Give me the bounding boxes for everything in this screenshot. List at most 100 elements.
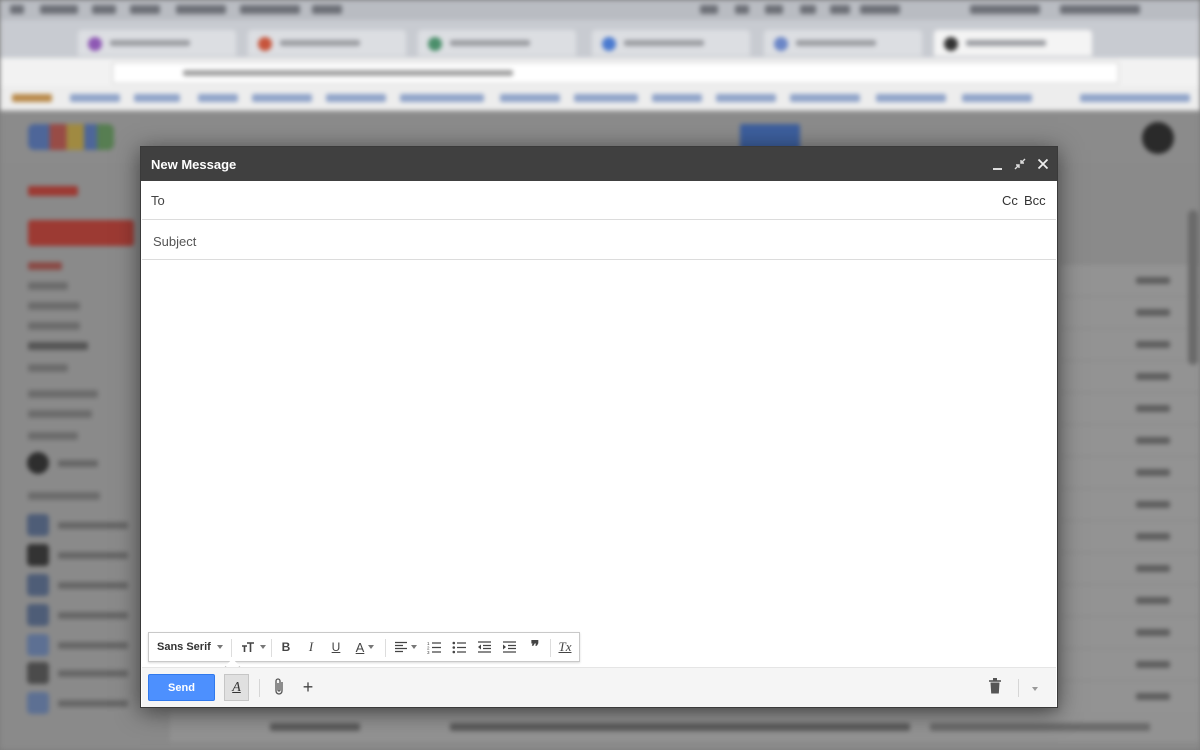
minimize-icon[interactable] bbox=[989, 154, 1007, 174]
italic-button[interactable]: I bbox=[302, 637, 320, 657]
divider bbox=[550, 639, 551, 657]
svg-text:3: 3 bbox=[427, 650, 430, 654]
cc-link[interactable]: Cc bbox=[1002, 193, 1018, 208]
contact-name bbox=[58, 552, 128, 559]
indent-icon[interactable] bbox=[500, 637, 518, 657]
contact-name bbox=[58, 670, 128, 677]
trash-icon[interactable] bbox=[988, 677, 1004, 699]
underline-button[interactable]: U bbox=[327, 637, 345, 657]
subject-input[interactable] bbox=[151, 229, 1045, 253]
inbox-row bbox=[1060, 681, 1200, 713]
compose-title: New Message bbox=[151, 157, 237, 172]
message-body[interactable] bbox=[142, 261, 1056, 631]
to-input[interactable] bbox=[172, 189, 976, 213]
sidebar-item bbox=[28, 282, 68, 290]
sidebar-item bbox=[28, 492, 100, 500]
divider bbox=[259, 679, 260, 697]
compose-dialog: New Message To Cc Bcc Sans Serif bbox=[140, 146, 1058, 708]
more-options-button[interactable] bbox=[1028, 679, 1044, 697]
bulleted-list-icon[interactable] bbox=[450, 637, 468, 657]
contact-name bbox=[58, 460, 98, 467]
quote-icon[interactable]: ❞ bbox=[526, 637, 544, 657]
font-family-select[interactable]: Sans Serif bbox=[157, 637, 223, 657]
gmail-label bbox=[28, 186, 78, 196]
sidebar-item bbox=[28, 262, 62, 270]
chevron-down-icon bbox=[1032, 687, 1038, 691]
sidebar-item bbox=[28, 410, 92, 418]
browser-tab bbox=[418, 30, 576, 56]
text-color-icon: A bbox=[355, 639, 365, 655]
browser-tab bbox=[764, 30, 922, 56]
font-size-icon[interactable] bbox=[239, 637, 267, 657]
chevron-down-icon bbox=[410, 645, 417, 649]
browser-tab bbox=[592, 30, 750, 56]
inbox-row bbox=[1060, 361, 1200, 393]
to-row: To Cc Bcc bbox=[142, 181, 1056, 220]
exit-full-screen-icon[interactable] bbox=[1011, 154, 1029, 174]
sidebar-item bbox=[28, 432, 78, 440]
browser-tab bbox=[78, 30, 236, 56]
compose-header: New Message bbox=[141, 147, 1057, 181]
inbox-scrollbar bbox=[1188, 210, 1198, 365]
divider bbox=[385, 639, 386, 657]
plus-icon[interactable]: + bbox=[300, 676, 316, 698]
chevron-down-icon bbox=[368, 645, 375, 649]
sidebar-item bbox=[28, 342, 88, 350]
sidebar-item bbox=[28, 390, 98, 398]
divider bbox=[231, 639, 232, 657]
contact-name bbox=[58, 522, 128, 529]
contact-name bbox=[58, 612, 128, 619]
contact-avatar bbox=[27, 662, 49, 684]
formatting-options-button[interactable]: A bbox=[224, 674, 249, 701]
contact-avatar bbox=[27, 574, 49, 596]
formatting-toolbar: Sans Serif B I U A 123 ❞ Tx bbox=[148, 632, 580, 662]
google-logo bbox=[28, 124, 114, 150]
inbox-row bbox=[1060, 553, 1200, 585]
inbox-row bbox=[1060, 329, 1200, 361]
text-color-button[interactable]: A bbox=[351, 637, 379, 657]
send-button[interactable]: Send bbox=[148, 674, 215, 701]
inbox-row bbox=[1060, 521, 1200, 553]
browser-tab-active bbox=[934, 30, 1092, 56]
paperclip-icon[interactable] bbox=[272, 677, 290, 699]
inbox-row bbox=[1060, 617, 1200, 649]
close-icon[interactable] bbox=[1034, 154, 1052, 174]
sidebar-item bbox=[28, 364, 68, 372]
subject-row bbox=[142, 221, 1056, 260]
bookmarks-bar bbox=[0, 86, 1200, 111]
sidebar-item bbox=[28, 322, 80, 330]
inbox-row bbox=[1060, 297, 1200, 329]
inbox-row bbox=[1060, 393, 1200, 425]
bold-button[interactable]: B bbox=[277, 637, 295, 657]
contact-avatar bbox=[27, 514, 49, 536]
inbox-row bbox=[1060, 649, 1200, 681]
to-label: To bbox=[151, 193, 165, 208]
remove-formatting-icon[interactable]: Tx bbox=[555, 637, 575, 657]
contact-avatar bbox=[27, 452, 49, 474]
inbox-row bbox=[1060, 489, 1200, 521]
contact-avatar bbox=[27, 544, 49, 566]
compose-action-bar: Send A + bbox=[142, 667, 1056, 707]
account-avatar bbox=[1142, 122, 1174, 154]
contact-avatar bbox=[27, 692, 49, 714]
contact-avatar bbox=[27, 634, 49, 656]
os-menu-bar bbox=[0, 0, 1200, 20]
contact-name bbox=[58, 582, 128, 589]
inbox-row bbox=[1060, 457, 1200, 489]
address-bar bbox=[112, 62, 1119, 84]
contact-name bbox=[58, 642, 128, 649]
font-family-value: Sans Serif bbox=[157, 641, 211, 653]
numbered-list-icon[interactable]: 123 bbox=[425, 637, 443, 657]
browser-tab bbox=[248, 30, 406, 56]
chevron-down-icon bbox=[216, 645, 223, 649]
align-icon[interactable] bbox=[391, 637, 419, 657]
sidebar-item bbox=[28, 302, 80, 310]
inbox-row bbox=[170, 712, 1200, 742]
browser-tab-bar bbox=[0, 20, 1200, 58]
inbox-row bbox=[1060, 425, 1200, 457]
inbox-row bbox=[1060, 265, 1200, 297]
outdent-icon[interactable] bbox=[475, 637, 493, 657]
divider bbox=[1018, 679, 1019, 697]
bcc-link[interactable]: Bcc bbox=[1024, 193, 1046, 208]
gmail-compose-button bbox=[28, 220, 134, 246]
